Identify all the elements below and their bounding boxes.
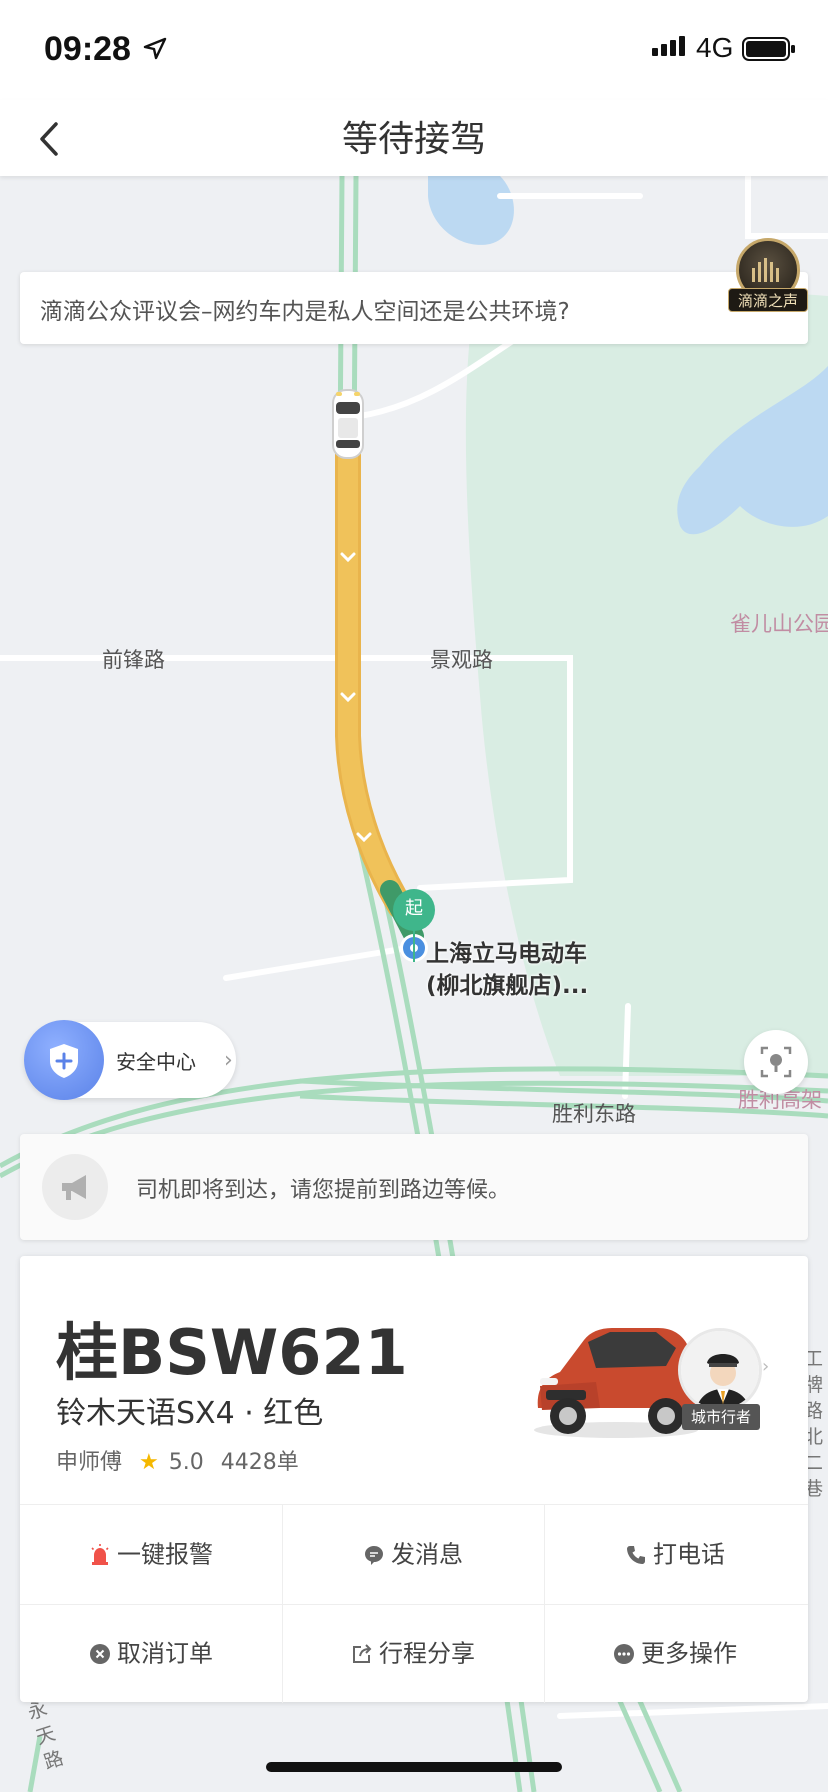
chevron-right-icon: ›	[224, 1048, 233, 1073]
announcement-text: 滴滴公众评议会–网约车内是私人空间还是公共环境?	[40, 299, 570, 325]
notice-text: 司机即将到达，请您提前到路边等候。	[136, 1178, 511, 1203]
driver-notice: 司机即将到达，请您提前到路边等候。	[20, 1134, 808, 1240]
driver-name: 申师傅	[56, 1450, 123, 1475]
send-message-button[interactable]: 发消息	[282, 1505, 544, 1604]
home-indicator[interactable]	[266, 1762, 562, 1772]
emergency-alarm-button[interactable]: 一键报警	[20, 1505, 282, 1604]
cancel-label: 取消订单	[117, 1639, 213, 1668]
start-place-line2: (柳北旗舰店)...	[426, 973, 589, 999]
license-plate: 桂BSW621	[56, 1316, 408, 1389]
road-label-qianfeng: 前锋路	[102, 648, 165, 672]
cancel-circle-icon	[90, 1644, 110, 1664]
driver-car-marker	[332, 389, 364, 459]
location-arrow-icon	[143, 37, 167, 60]
chat-bubble-icon	[365, 1546, 383, 1565]
page-title: 等待接驾	[341, 119, 486, 160]
driver-card: 桂BSW621 铃木天语SX4 · 红色 申师傅 ★ 5.0 4428单 城市行者…	[20, 1256, 808, 1703]
safety-center-label: 安全中心	[116, 1050, 196, 1074]
chauffeur-icon	[681, 1331, 759, 1409]
locate-button[interactable]	[744, 1030, 808, 1094]
didi-voice-label: 滴滴之声	[728, 288, 808, 312]
share-trip-button[interactable]: 行程分享	[282, 1604, 544, 1703]
road-label-shengli-east: 胜利东路	[552, 1102, 636, 1126]
driver-info: 申师傅 ★ 5.0 4428单	[56, 1444, 309, 1476]
locate-icon	[760, 1046, 792, 1078]
status-time: 09:28	[44, 30, 131, 68]
start-place-line1: 上海立马电动车	[426, 941, 587, 967]
more-label: 更多操作	[641, 1639, 737, 1668]
road-label-jingguan: 景观路	[430, 648, 493, 672]
battery-icon	[742, 37, 795, 61]
start-place-label: 上海立马电动车 (柳北旗舰店)...	[426, 938, 588, 1002]
signal-icon	[652, 36, 685, 56]
car-model: 铃木天语SX4 · 红色	[56, 1396, 324, 1431]
share-icon	[353, 1644, 372, 1663]
status-bar: 09:28 4G	[0, 0, 828, 100]
driver-rating: 5.0	[168, 1450, 204, 1475]
nav-bar: 等待接驾	[0, 100, 828, 176]
driver-tag: 城市行者	[682, 1404, 760, 1430]
share-label: 行程分享	[379, 1639, 475, 1668]
driver-avatar[interactable]	[678, 1328, 762, 1412]
message-label: 发消息	[391, 1540, 463, 1569]
action-grid: 一键报警 发消息 打电话 取消订单 行程分享 更多操作	[20, 1504, 808, 1703]
announcement-banner[interactable]: 滴滴公众评议会–网约车内是私人空间还是公共环境?	[20, 272, 808, 344]
call-label: 打电话	[653, 1540, 725, 1569]
alarm-label: 一键报警	[117, 1540, 213, 1569]
more-actions-button[interactable]: 更多操作	[544, 1604, 806, 1703]
call-driver-button[interactable]: 打电话	[544, 1505, 806, 1604]
phone-icon	[627, 1546, 645, 1564]
start-pin-label: 起	[405, 898, 423, 919]
safety-shield-icon	[24, 1020, 104, 1100]
cancel-order-button[interactable]: 取消订单	[20, 1604, 282, 1703]
park-label: 雀儿山公园	[730, 612, 828, 636]
sound-bars-icon	[752, 258, 779, 282]
didi-voice-badge[interactable]: 滴滴之声	[728, 238, 808, 318]
alarm-icon	[91, 1544, 109, 1565]
chevron-right-icon: ›	[762, 1356, 770, 1377]
more-dots-icon	[614, 1644, 634, 1664]
safety-center-button[interactable]: 安全中心 ›	[24, 1020, 236, 1100]
network-type: 4G	[696, 32, 734, 63]
driver-orders: 4428单	[220, 1450, 299, 1475]
star-icon: ★	[139, 1450, 159, 1475]
megaphone-icon	[42, 1154, 108, 1220]
